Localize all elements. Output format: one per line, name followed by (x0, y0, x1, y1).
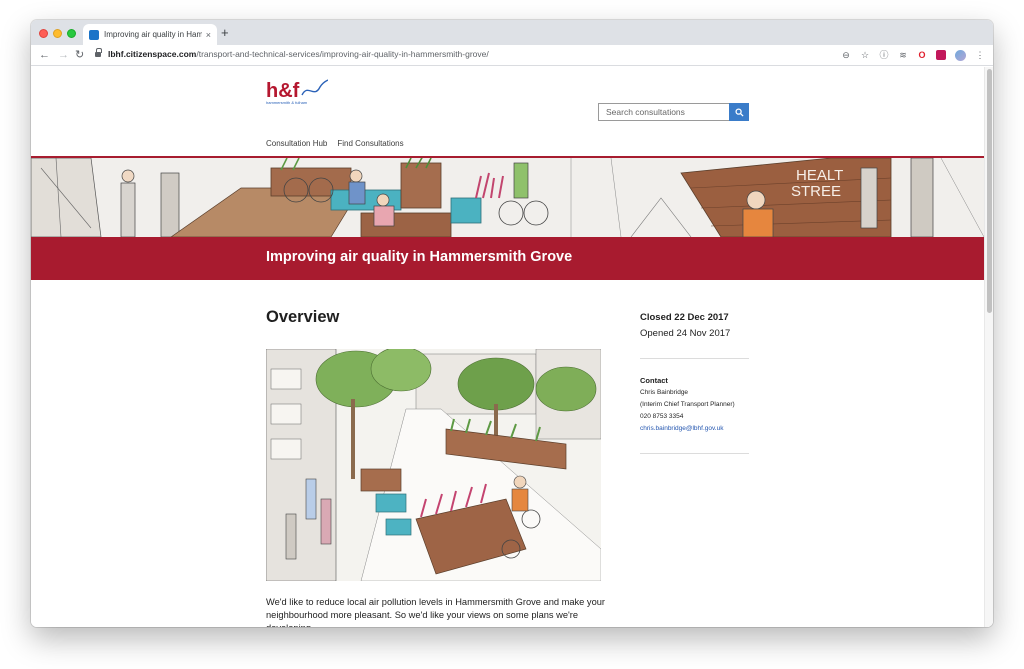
title-band: Improving air quality in Hammersmith Gro… (31, 237, 984, 280)
zoom-icon[interactable]: ⊖ (841, 48, 851, 62)
contact-role: (Interim Chief Transport Planner) (640, 401, 735, 408)
forward-arrow-icon[interactable]: → (58, 48, 69, 62)
closed-date: Closed 22 Dec 2017 (640, 312, 729, 323)
intro-paragraph: We'd like to reduce local air pollution … (266, 597, 606, 627)
browser-tab[interactable]: Improving air quality in Hamme × (83, 24, 217, 45)
extension-icon[interactable] (936, 50, 946, 60)
nav-find-consultations[interactable]: Find Consultations (337, 139, 403, 148)
scrollbar[interactable] (984, 67, 993, 627)
layers-icon[interactable]: ≋ (898, 48, 908, 62)
search-button[interactable] (729, 103, 749, 121)
menu-dots-icon[interactable]: ⋮ (975, 48, 985, 62)
tab-close-icon[interactable]: × (206, 30, 211, 40)
browser-window: Improving air quality in Hamme × + ← → ↻… (31, 20, 993, 627)
opened-date: Opened 24 Nov 2017 (640, 328, 731, 339)
tab-strip: Improving air quality in Hamme × + (31, 20, 993, 45)
site-nav: Consultation Hub Find Consultations (266, 139, 404, 148)
minimize-window-button[interactable] (53, 29, 62, 38)
contact-name: Chris Bainbridge (640, 389, 689, 396)
sidebar-divider (640, 358, 749, 359)
logo-subtext: hammersmith & fulham (266, 100, 308, 105)
profile-avatar-icon[interactable] (955, 49, 966, 61)
search-icon (734, 107, 744, 117)
nav-consultation-hub[interactable]: Consultation Hub (266, 139, 327, 148)
scrollbar-thumb[interactable] (987, 69, 992, 313)
address-bar[interactable]: lbhf.citizenspace.com/transport-and-tech… (108, 49, 489, 59)
url-path: /transport-and-technical-services/improv… (196, 49, 489, 59)
lock-icon[interactable] (95, 48, 102, 58)
zoom-window-button[interactable] (67, 29, 76, 38)
browser-toolbar: ← → ↻ lbhf.citizenspace.com/transport-an… (31, 45, 993, 66)
contact-heading: Contact (640, 376, 668, 385)
sidebar-divider (640, 453, 749, 454)
hf-logo[interactable]: h&f hammersmith & fulham (266, 77, 328, 107)
info-icon[interactable]: ⓘ (879, 48, 889, 62)
hero-sign-line-1: HEALT (796, 167, 843, 184)
close-window-button[interactable] (39, 29, 48, 38)
overview-heading: Overview (266, 308, 340, 326)
url-host: lbhf.citizenspace.com (108, 49, 197, 59)
overview-street-illustration (266, 349, 601, 581)
tab-title: Improving air quality in Hamme (104, 30, 202, 39)
contact-email-link[interactable]: chris.bainbridge@lbhf.gov.uk (640, 425, 723, 432)
hero-sign-line-2: STREE (791, 183, 841, 200)
bookmark-star-icon[interactable]: ☆ (860, 48, 870, 62)
logo-text: h&f (266, 80, 300, 102)
contact-phone: 020 8753 3354 (640, 413, 684, 420)
new-tab-button[interactable]: + (221, 25, 229, 41)
toolbar-icons: ⊖ ☆ ⓘ ≋ O ⋮ (841, 48, 985, 62)
favicon-icon (89, 29, 99, 40)
search-input[interactable] (598, 103, 729, 121)
reload-icon[interactable]: ↻ (75, 48, 84, 62)
back-arrow-icon[interactable]: ← (39, 48, 50, 62)
page-viewport: h&f hammersmith & fulham Consultation Hu… (31, 67, 993, 627)
hero-banner-illustration: HEALT STREE (31, 158, 984, 237)
page-title: Improving air quality in Hammersmith Gro… (266, 249, 573, 265)
opera-extension-icon[interactable]: O (917, 48, 927, 62)
